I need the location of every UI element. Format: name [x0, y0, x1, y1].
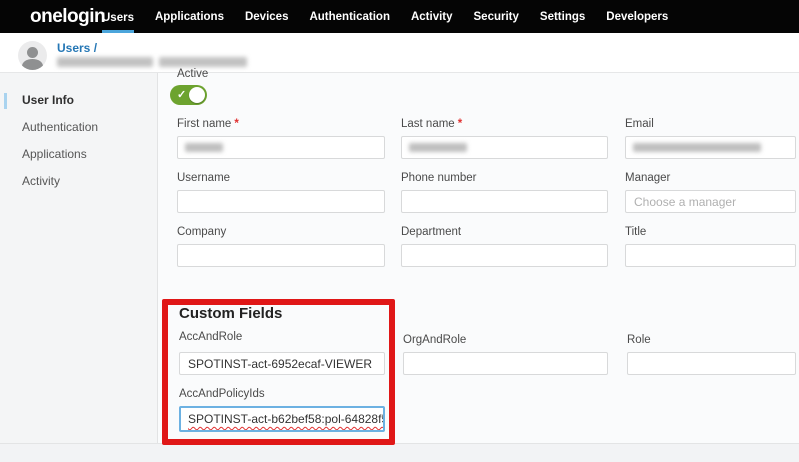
required-asterisk: *: [458, 118, 462, 130]
active-accent-bar: [4, 93, 7, 109]
onelogin-logo: onelogin: [30, 0, 105, 33]
email-label: Email: [625, 118, 654, 130]
sidebar-item-authentication[interactable]: Authentication: [0, 114, 157, 141]
email-redacted-value: [633, 143, 761, 152]
department-label: Department: [401, 226, 461, 238]
nav-item-devices[interactable]: Devices: [245, 0, 288, 33]
first-name-label: First name*: [177, 118, 239, 130]
title-label: Title: [625, 226, 646, 238]
username-input[interactable]: [177, 190, 385, 213]
required-asterisk: *: [234, 118, 238, 130]
custom-fields-heading: Custom Fields: [179, 305, 282, 322]
nav-menu: Users Applications Devices Authenticatio…: [102, 0, 668, 33]
sidebar-item-applications[interactable]: Applications: [0, 141, 157, 168]
title-input[interactable]: [625, 244, 796, 267]
nav-item-users[interactable]: Users: [102, 0, 134, 33]
organdrole-input[interactable]: [403, 352, 608, 375]
page-header: Users /: [0, 33, 799, 73]
accandpolicyids-value: SPOTINST-act-b62bef58:pol-64828f58: [188, 412, 385, 426]
sidebar-item-activity[interactable]: Activity: [0, 168, 157, 195]
accandrole-input[interactable]: [179, 352, 385, 375]
nav-item-authentication[interactable]: Authentication: [309, 0, 390, 33]
role-input[interactable]: [627, 352, 796, 375]
phone-number-label: Phone number: [401, 172, 476, 184]
active-toggle[interactable]: ✓: [170, 85, 207, 105]
manager-label: Manager: [625, 172, 670, 184]
onelogin-admin-screen: onelogin Users Applications Devices Auth…: [0, 0, 799, 462]
breadcrumb-user-name-redacted: [57, 57, 247, 67]
nav-item-settings[interactable]: Settings: [540, 0, 585, 33]
footer-strip: [0, 443, 799, 462]
department-input[interactable]: [401, 244, 608, 267]
phone-number-input[interactable]: [401, 190, 608, 213]
accandrole-label: AccAndRole: [179, 331, 242, 343]
username-label: Username: [177, 172, 230, 184]
nav-item-security[interactable]: Security: [474, 0, 519, 33]
nav-item-applications[interactable]: Applications: [155, 0, 224, 33]
role-label: Role: [627, 334, 651, 346]
accandpolicyids-label: AccAndPolicyIds: [179, 388, 265, 400]
check-icon: ✓: [177, 88, 186, 101]
active-label: Active: [177, 68, 208, 80]
sidebar-item-user-info[interactable]: User Info: [0, 87, 157, 114]
user-section-sidebar: User Info Authentication Applications Ac…: [0, 73, 158, 443]
toggle-knob: [189, 87, 205, 103]
nav-item-developers[interactable]: Developers: [606, 0, 668, 33]
company-label: Company: [177, 226, 226, 238]
last-name-redacted-value: [409, 143, 467, 152]
organdrole-label: OrgAndRole: [403, 334, 466, 346]
nav-item-activity[interactable]: Activity: [411, 0, 453, 33]
user-avatar-icon: [18, 41, 47, 70]
manager-input[interactable]: [625, 190, 796, 213]
accandpolicyids-input[interactable]: SPOTINST-act-b62bef58:pol-64828f58: [179, 406, 385, 432]
company-input[interactable]: [177, 244, 385, 267]
first-name-redacted-value: [185, 143, 223, 152]
breadcrumb-users-link[interactable]: Users /: [57, 41, 97, 55]
last-name-label: Last name*: [401, 118, 462, 130]
top-nav: onelogin Users Applications Devices Auth…: [0, 0, 799, 33]
